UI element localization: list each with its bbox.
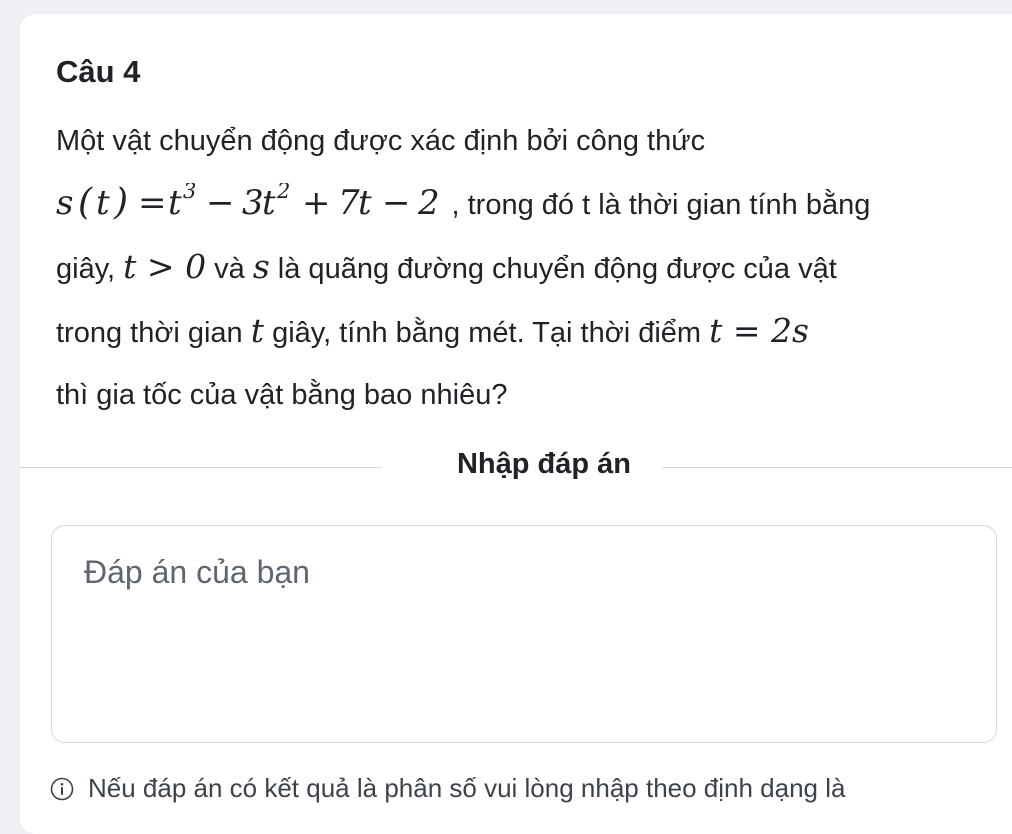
question-line-2: s ( t ) = t 3 − 3 t 2 + 7 t − 2 , trong … xyxy=(56,172,1001,236)
svg-text:): ) xyxy=(113,183,128,223)
question-line-4: trong thời gian t giây, tính bằng mét. T… xyxy=(56,300,1001,364)
info-icon xyxy=(50,777,74,800)
svg-text:−: − xyxy=(382,183,411,223)
svg-text:t: t xyxy=(358,183,372,223)
svg-text:t: t xyxy=(96,183,110,223)
question-line-2-text: , trong đó t là thời gian tính bằng xyxy=(451,189,871,221)
line4-text-b: giây, tính bằng mét. Tại thời điểm xyxy=(264,317,710,349)
svg-text:t: t xyxy=(168,183,182,223)
svg-text:7: 7 xyxy=(338,183,360,223)
hint-row: Nếu đáp án có kết quả là phân số vui lòn… xyxy=(50,773,1010,804)
question-line-3: giây, t > 0 và s là quãng đường chuyển đ… xyxy=(56,236,1001,300)
answer-section-label: Nhập đáp án xyxy=(456,448,631,480)
line4-math-b: t = 2s xyxy=(709,311,809,350)
svg-text:(: ( xyxy=(78,183,93,223)
answer-section-divider: Nhập đáp án xyxy=(20,446,1012,486)
svg-text:2: 2 xyxy=(417,183,440,223)
svg-text:=: = xyxy=(138,183,167,223)
line3-math-a: t > 0 xyxy=(123,247,207,286)
line3-text-b: và xyxy=(206,253,253,285)
line4-text-a: trong thời gian xyxy=(56,317,251,349)
svg-text:t: t xyxy=(262,183,276,223)
question-line-1: Một vật chuyển động được xác định bởi cô… xyxy=(56,125,706,157)
svg-text:−: − xyxy=(206,183,235,223)
svg-text:+: + xyxy=(302,183,331,223)
svg-text:s: s xyxy=(56,183,73,223)
line3-text-c: là quãng đường chuyển động được của vật xyxy=(269,253,837,285)
svg-text:3: 3 xyxy=(242,183,264,223)
line4-math-a: t xyxy=(250,311,265,350)
divider-line-right xyxy=(662,467,1012,468)
svg-text:2: 2 xyxy=(276,183,290,203)
question-text: Một vật chuyển động được xác định bởi cô… xyxy=(56,110,1001,426)
answer-input[interactable] xyxy=(51,525,997,743)
hint-text: Nếu đáp án có kết quả là phân số vui lòn… xyxy=(88,773,846,803)
question-title: Câu 4 xyxy=(56,54,141,89)
svg-text:3: 3 xyxy=(183,183,196,203)
line3-text-a: giây, xyxy=(56,253,124,285)
question-line-5: thì gia tốc của vật bằng bao nhiêu? xyxy=(56,379,508,411)
line3-math-b: s xyxy=(252,247,270,286)
